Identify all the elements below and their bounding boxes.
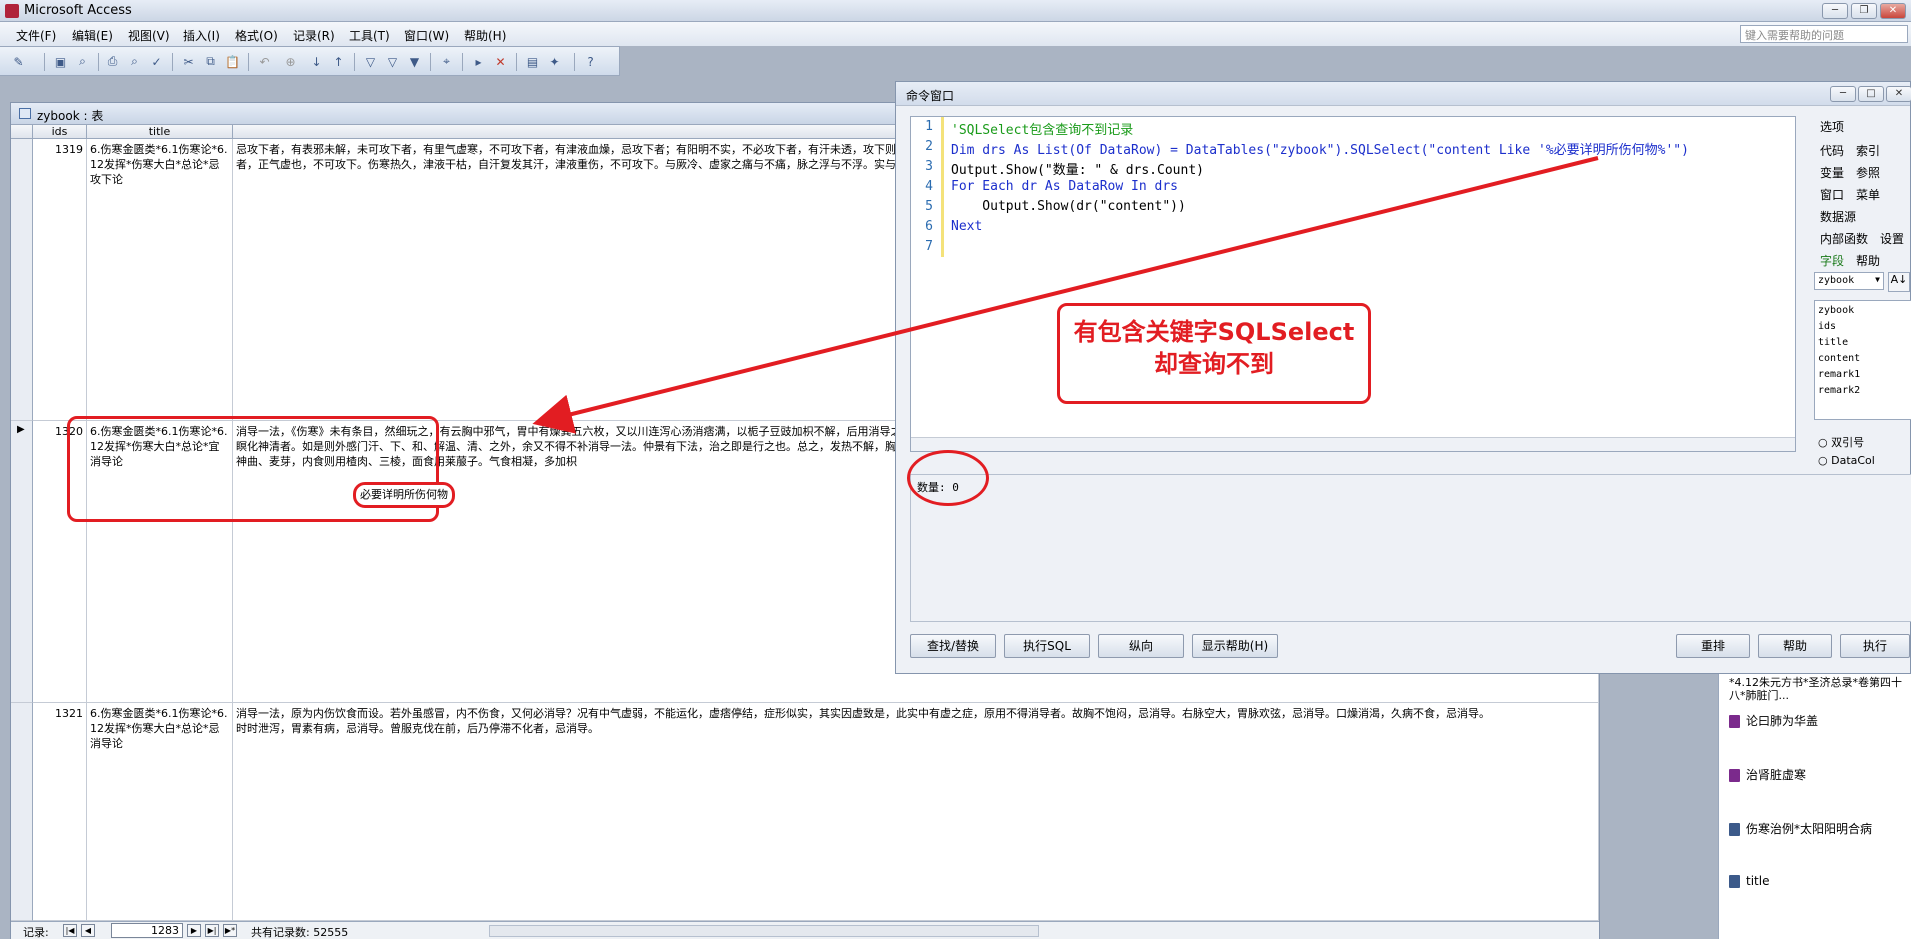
annotation-arrows [532,156,1599,434]
arrow-to-keyword [532,156,1599,434]
